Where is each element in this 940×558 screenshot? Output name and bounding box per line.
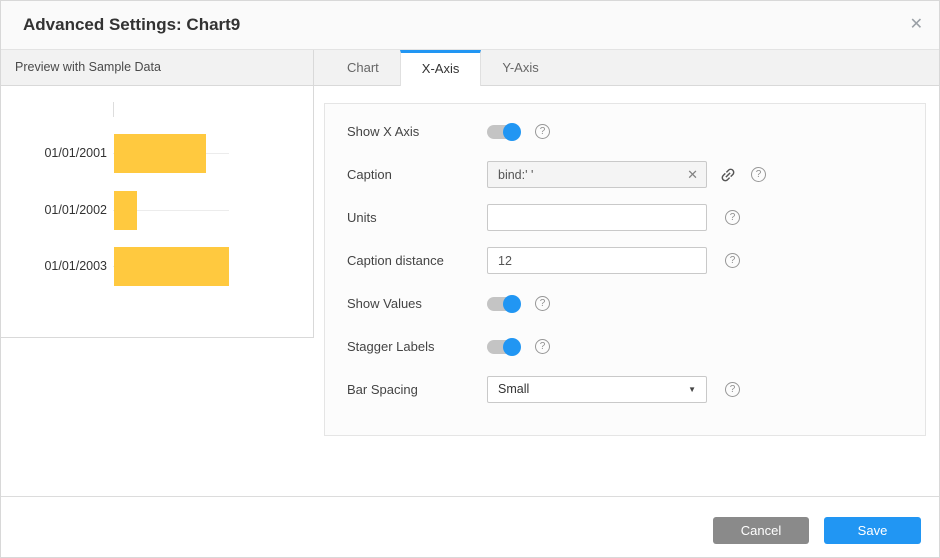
show-values-toggle[interactable] <box>487 297 519 311</box>
help-icon[interactable]: ? <box>725 253 740 268</box>
bar-row: 01/01/2002 <box>1 191 313 230</box>
footer-divider <box>1 496 939 497</box>
advanced-settings-dialog: Advanced Settings: Chart9 ✕ Preview with… <box>0 0 940 558</box>
bar-row: 01/01/2001 <box>1 134 313 173</box>
cancel-button[interactable]: Cancel <box>713 517 809 544</box>
close-icon[interactable]: ✕ <box>910 1 923 49</box>
dialog-titlebar: Advanced Settings: Chart9 ✕ <box>1 1 939 50</box>
category-label: 01/01/2003 <box>1 247 107 286</box>
show-x-axis-label: Show X Axis <box>347 124 487 139</box>
caption-distance-input[interactable] <box>487 247 707 274</box>
form-row-units: Units ? <box>347 196 925 239</box>
bar-row: 01/01/2003 <box>1 247 313 286</box>
tab-bar: Chart X-Axis Y-Axis <box>314 50 939 86</box>
dropdown-arrow-icon: ▼ <box>688 377 696 402</box>
caption-input[interactable] <box>487 161 707 188</box>
caption-distance-label: Caption distance <box>347 253 487 268</box>
caption-label: Caption <box>347 167 487 182</box>
toggle-knob <box>503 338 521 356</box>
link-icon[interactable] <box>719 166 737 184</box>
form-row-show-x-axis: Show X Axis ? <box>347 110 925 153</box>
units-input[interactable] <box>487 204 707 231</box>
tab-chart[interactable]: Chart <box>326 50 400 85</box>
form-row-show-values: Show Values ? <box>347 282 925 325</box>
show-x-axis-toggle[interactable] <box>487 125 519 139</box>
x-axis-settings-form: Show X Axis ? Caption ✕ ? Units <box>324 103 926 436</box>
show-values-label: Show Values <box>347 296 487 311</box>
category-label: 01/01/2001 <box>1 134 107 173</box>
bar <box>114 134 206 173</box>
units-label: Units <box>347 210 487 225</box>
category-label: 01/01/2002 <box>1 191 107 230</box>
subheader: Preview with Sample Data Chart X-Axis Y-… <box>1 50 939 86</box>
help-icon[interactable]: ? <box>751 167 766 182</box>
bar <box>114 191 137 230</box>
preview-header: Preview with Sample Data <box>1 50 314 86</box>
help-icon[interactable]: ? <box>535 124 550 139</box>
form-row-caption: Caption ✕ ? <box>347 153 925 196</box>
tab-y-axis[interactable]: Y-Axis <box>481 50 559 85</box>
bar-spacing-select[interactable]: Small ▼ <box>487 376 707 403</box>
form-row-caption-distance: Caption distance ? <box>347 239 925 282</box>
toggle-knob <box>503 123 521 141</box>
stagger-labels-toggle[interactable] <box>487 340 519 354</box>
form-row-bar-spacing: Bar Spacing Small ▼ ? <box>347 368 925 411</box>
save-button[interactable]: Save <box>824 517 921 544</box>
toggle-knob <box>503 295 521 313</box>
tab-x-axis[interactable]: X-Axis <box>400 50 482 86</box>
stagger-labels-label: Stagger Labels <box>347 339 487 354</box>
help-icon[interactable]: ? <box>725 382 740 397</box>
axis-tick <box>113 102 114 117</box>
bar <box>114 247 229 286</box>
dialog-title: Advanced Settings: Chart9 <box>23 1 240 49</box>
help-icon[interactable]: ? <box>535 296 550 311</box>
help-icon[interactable]: ? <box>535 339 550 354</box>
bar-spacing-label: Bar Spacing <box>347 382 487 397</box>
clear-icon[interactable]: ✕ <box>687 166 698 183</box>
form-row-stagger-labels: Stagger Labels ? <box>347 325 925 368</box>
chart-preview-panel: 01/01/2001 01/01/2002 01/01/2003 <box>1 86 314 338</box>
help-icon[interactable]: ? <box>725 210 740 225</box>
bar-spacing-value: Small <box>498 382 529 396</box>
